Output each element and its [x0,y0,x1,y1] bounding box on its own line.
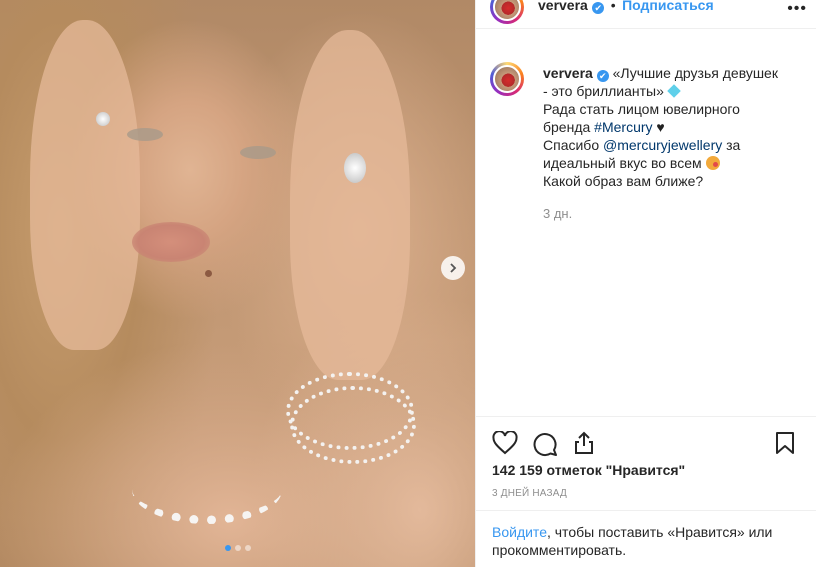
header-avatar[interactable] [490,0,524,24]
necklace [132,455,282,524]
header-username[interactable]: ververa [538,0,588,13]
bookmark-icon[interactable] [774,431,796,455]
caption-verified-icon: ✔ [596,70,609,82]
caption-line-6: идеальный вкус во всем [543,155,702,171]
ring-left [96,112,110,126]
login-link[interactable]: Войдите [492,524,547,540]
carousel-dot-3 [244,545,251,551]
heart-icon[interactable] [492,431,518,455]
login-prompt: Войдите, чтобы поставить «Нравится» или … [476,510,816,568]
chevron-right-icon [450,263,457,273]
caption-line-3: Рада стать лицом ювелирного [543,101,740,117]
caption-time[interactable]: 3 дн. [543,206,572,221]
right-hand [290,30,410,380]
login-text: Войдите, чтобы поставить «Нравится» или … [492,523,792,559]
caption-line-1: «Лучшие друзья девушек [612,65,778,81]
caption-line-7: Какой образ вам ближе? [543,173,704,189]
lips [132,222,210,262]
gem-icon [666,84,681,98]
left-eye [127,128,163,141]
caption-line-5-pre: Спасибо [543,137,603,153]
bracelet-2 [290,386,416,464]
carousel-dot-1 [224,545,231,551]
carousel-indicator [0,545,475,551]
kiss-face-icon [705,156,720,170]
left-hand [30,20,140,350]
carousel-dot-2 [234,545,241,551]
post-date[interactable]: 3 ДНЕЙ НАЗАД [492,488,567,499]
likes-count[interactable]: 142 159 отметок "Нравится" [492,462,685,478]
post-photo[interactable] [0,0,475,567]
caption-line-5-post: за [722,137,741,153]
hashtag-link[interactable]: #Mercury [594,119,652,135]
more-horizontal-icon[interactable]: ••• [787,0,807,18]
ring-right [344,153,366,183]
black-heart-icon: ♥ [656,119,665,135]
caption-line-2: - это бриллианты» [543,83,664,99]
caption-username[interactable]: ververa [543,65,593,81]
post-header: ververa ✔ • Подписаться ••• [476,0,816,29]
caption-line-4: бренда [543,119,595,135]
right-eye [240,146,276,159]
follow-button[interactable]: Подписаться [622,0,714,13]
action-bar [476,416,816,467]
separator-dot: • [610,0,616,13]
caption-avatar[interactable] [490,62,524,96]
post-side-panel: ververa ✔ • Подписаться ••• ververa ✔ «Л… [475,0,816,567]
post-caption: ververa ✔ «Лучшие друзья девушек - это б… [543,64,805,190]
mention-link[interactable]: @mercuryjewellery [603,137,722,153]
next-image-button[interactable] [441,256,465,280]
mole [205,270,212,277]
verified-badge-icon: ✔ [592,2,605,14]
comment-icon[interactable] [532,431,558,457]
share-icon[interactable] [572,431,596,455]
